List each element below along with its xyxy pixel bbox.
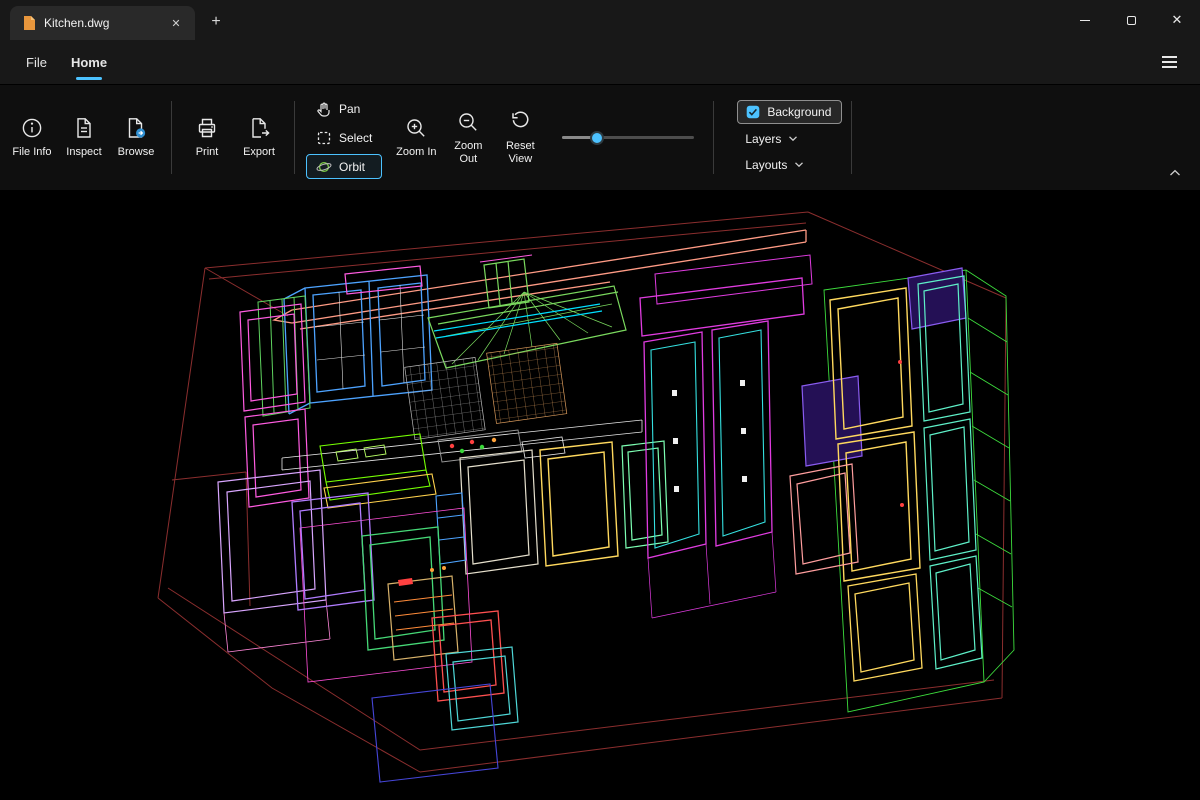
checkbox-checked-icon	[747, 105, 760, 118]
title-bar: Kitchen.dwg ✕ + ✕	[0, 0, 1200, 40]
zoom-out-icon	[459, 112, 478, 131]
select-button[interactable]: Select	[306, 125, 382, 150]
menu-bar: File Home	[0, 40, 1200, 84]
file-info-button[interactable]: File Info	[7, 110, 57, 165]
backsplash-grids	[404, 342, 568, 441]
reset-view-icon	[512, 110, 529, 127]
reset-view-button[interactable]: Reset View	[495, 104, 545, 172]
new-tab-button[interactable]: +	[203, 9, 229, 35]
info-icon	[22, 118, 42, 138]
ribbon-divider	[171, 101, 172, 174]
browse-button[interactable]: Browse	[111, 110, 161, 165]
printer-icon	[198, 118, 216, 138]
inspect-document-icon	[77, 118, 91, 138]
minimize-button[interactable]	[1062, 0, 1108, 40]
tab-close-icon[interactable]: ✕	[167, 14, 185, 32]
inspect-button[interactable]: Inspect	[59, 110, 109, 165]
cyan-accent-bar	[433, 303, 603, 339]
export-button[interactable]: Export	[234, 110, 284, 165]
file-tools-group: File Info Inspect Browse	[6, 89, 162, 186]
ribbon-divider	[294, 101, 295, 174]
window-controls: ✕	[1062, 0, 1200, 40]
zoom-in-button[interactable]: Zoom In	[391, 110, 441, 165]
chevron-down-icon	[789, 136, 798, 142]
peninsula-doors	[435, 440, 669, 575]
collapse-ribbon-button[interactable]	[1162, 162, 1188, 184]
output-group: Print Export	[181, 89, 285, 186]
orbit-icon	[316, 161, 332, 172]
app-window: Kitchen.dwg ✕ + ✕ File Home File Info In…	[0, 0, 1200, 800]
close-button[interactable]: ✕	[1154, 0, 1200, 40]
select-marquee-icon	[317, 131, 331, 144]
layouts-dropdown[interactable]: Layouts	[737, 154, 814, 176]
browse-document-icon	[128, 118, 146, 138]
maximize-icon	[1126, 15, 1136, 25]
zoom-in-icon	[407, 119, 426, 137]
zoom-slider-thumb[interactable]	[589, 130, 604, 145]
layers-dropdown[interactable]: Layers	[737, 128, 808, 150]
background-toggle-button[interactable]: Background	[737, 99, 843, 124]
export-document-icon	[252, 118, 270, 138]
dwg-file-icon	[24, 16, 35, 30]
menu-file[interactable]: File	[14, 47, 59, 78]
zoom-out-button[interactable]: Zoom Out	[443, 104, 493, 172]
ribbon-toolbar: File Info Inspect Browse Print Export Pa…	[0, 84, 1200, 190]
tab-title: Kitchen.dwg	[44, 16, 110, 30]
pantry-magenta	[639, 254, 813, 619]
chevron-up-icon	[1170, 169, 1180, 176]
ribbon-divider	[713, 101, 715, 174]
maximize-button[interactable]	[1108, 0, 1154, 40]
orbit-button[interactable]: Orbit	[306, 154, 383, 179]
pan-button[interactable]: Pan	[306, 96, 382, 121]
active-tab-underline	[76, 76, 103, 80]
print-button[interactable]: Print	[182, 110, 232, 165]
hamburger-menu-icon[interactable]	[1154, 48, 1184, 76]
zoom-slider-wrap	[562, 89, 695, 186]
chevron-down-icon	[795, 162, 804, 168]
menu-home[interactable]: Home	[59, 47, 119, 80]
bottom-left-cluster	[217, 469, 519, 783]
pan-hand-icon	[317, 102, 330, 117]
zoom-slider[interactable]	[562, 130, 695, 145]
navigation-group: Pan Select Orbit	[306, 89, 383, 186]
kitchen-wireframe	[157, 211, 1015, 783]
view-panel-group: Background Layers Layouts	[737, 89, 843, 186]
viewport-canvas[interactable]	[0, 190, 1200, 800]
right-cabinet-bank	[789, 267, 1015, 713]
document-tab[interactable]: Kitchen.dwg ✕	[10, 6, 195, 40]
ribbon-divider	[851, 101, 853, 174]
minimize-icon	[1080, 19, 1090, 21]
wall-frames-magenta	[239, 265, 423, 508]
zoom-group: Zoom In Zoom Out Reset View	[390, 89, 546, 186]
